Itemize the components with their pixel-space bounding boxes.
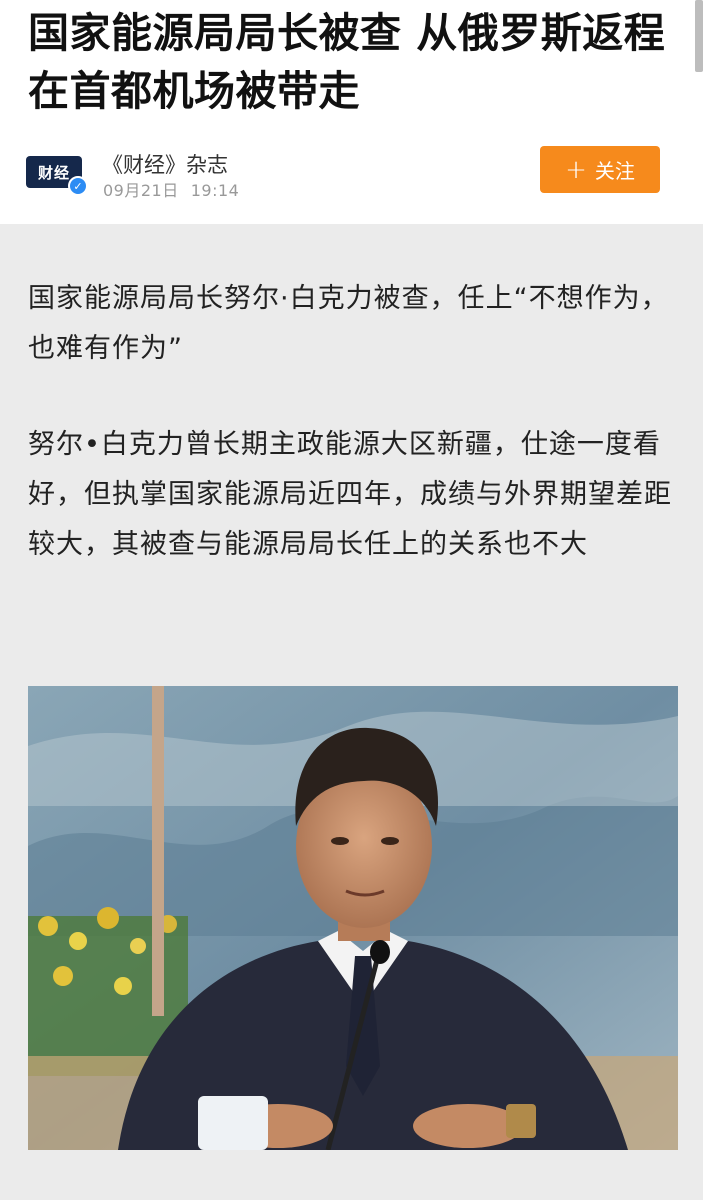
publish-clock: 19:14 — [190, 181, 240, 200]
article-body: 国家能源局局长努尔·白克力被查，任上“不想作为，也难有作为” 努尔•白克力曾长期… — [28, 274, 678, 570]
article-paragraph: 努尔•白克力曾长期主政能源大区新疆，仕途一度看好，但执掌国家能源局近四年，成绩与… — [28, 429, 672, 560]
scrollbar-thumb[interactable] — [695, 0, 703, 72]
source-avatar[interactable]: 财经 ✓ — [26, 152, 88, 196]
verified-check-icon: ✓ — [68, 176, 88, 196]
publish-date: 09月21日 — [103, 181, 179, 200]
article-headline: 国家能源局局长被查 从俄罗斯返程在首都机场被带走 — [28, 9, 666, 115]
source-row: 财经 ✓ 《财经》杂志 09月21日 19:14 + 关注 — [26, 146, 676, 200]
plus-icon: + — [565, 154, 587, 185]
article-paragraph: 国家能源局局长努尔·白克力被查，任上“不想作为，也难有作为” — [28, 283, 669, 364]
source-name[interactable]: 《财经》杂志 — [102, 149, 228, 179]
follow-button[interactable]: + 关注 — [540, 146, 660, 193]
follow-label: 关注 — [594, 159, 635, 183]
article-photo[interactable] — [28, 686, 678, 1150]
publish-time: 09月21日 19:14 — [103, 177, 239, 201]
article-header: 国家能源局局长被查 从俄罗斯返程在首都机场被带走 财经 ✓ 《财经》杂志 09月… — [0, 0, 703, 224]
official-speaking-photo — [28, 686, 678, 1150]
